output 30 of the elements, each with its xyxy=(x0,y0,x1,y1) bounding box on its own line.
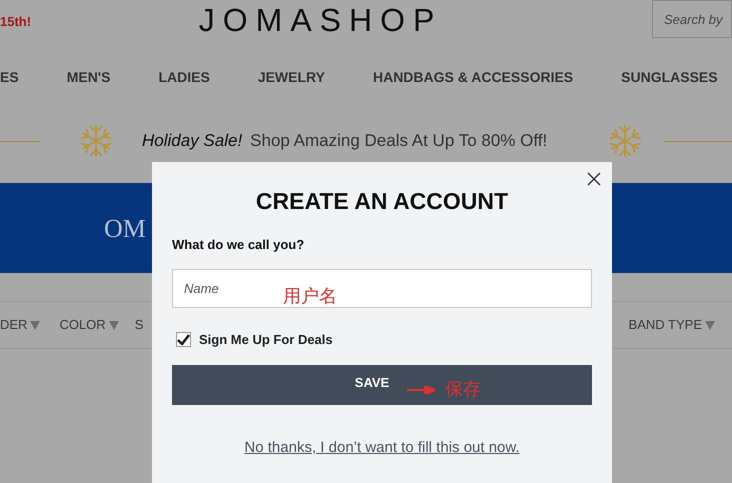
snowflake-icon xyxy=(80,124,112,158)
close-icon[interactable] xyxy=(587,172,601,186)
filter-dropdown[interactable]: BAND TYPE xyxy=(628,315,715,335)
sale-title: Holiday Sale! xyxy=(142,130,242,152)
deals-checkbox[interactable] xyxy=(176,332,191,348)
field-label: What do we call you? xyxy=(172,236,306,254)
nav-link[interactable]: SUNGLASSES xyxy=(621,66,718,88)
nav-link[interactable]: HANDBAGS & ACCESSORIES xyxy=(372,66,574,88)
caret-icon xyxy=(30,320,40,330)
filter-dropdown[interactable]: DER xyxy=(0,315,40,335)
nav-link[interactable]: MEN'S xyxy=(66,66,110,88)
nav-link[interactable]: JEWELRY xyxy=(258,66,325,88)
annotation-text: 保存 xyxy=(445,378,481,401)
dialog-title: CREATE AN ACCOUNT xyxy=(254,187,510,216)
annotation-text: 用户名 xyxy=(283,285,337,308)
hero-text: OM xyxy=(104,212,146,244)
caret-icon xyxy=(108,320,119,330)
checkbox-label: Sign Me Up For Deals xyxy=(199,331,333,349)
nav-link[interactable]: LADIES xyxy=(158,66,210,88)
arrow-icon xyxy=(407,386,435,394)
search-field[interactable]: Search by xyxy=(652,0,732,38)
sale-text: Shop Amazing Deals At Up To 80% Off! xyxy=(250,130,548,152)
snowflake-icon xyxy=(609,124,641,158)
caret-icon xyxy=(705,320,715,330)
promo-text: 15th! xyxy=(0,13,32,31)
dismiss-link[interactable]: No thanks, I don’t want to fill this out now. xyxy=(244,436,520,459)
nav-link[interactable]: ES xyxy=(0,66,19,88)
filter-dropdown[interactable]: S xyxy=(134,315,144,335)
filter-dropdown[interactable]: COLOR xyxy=(59,315,119,335)
logo: JOMASHOP xyxy=(198,1,444,40)
